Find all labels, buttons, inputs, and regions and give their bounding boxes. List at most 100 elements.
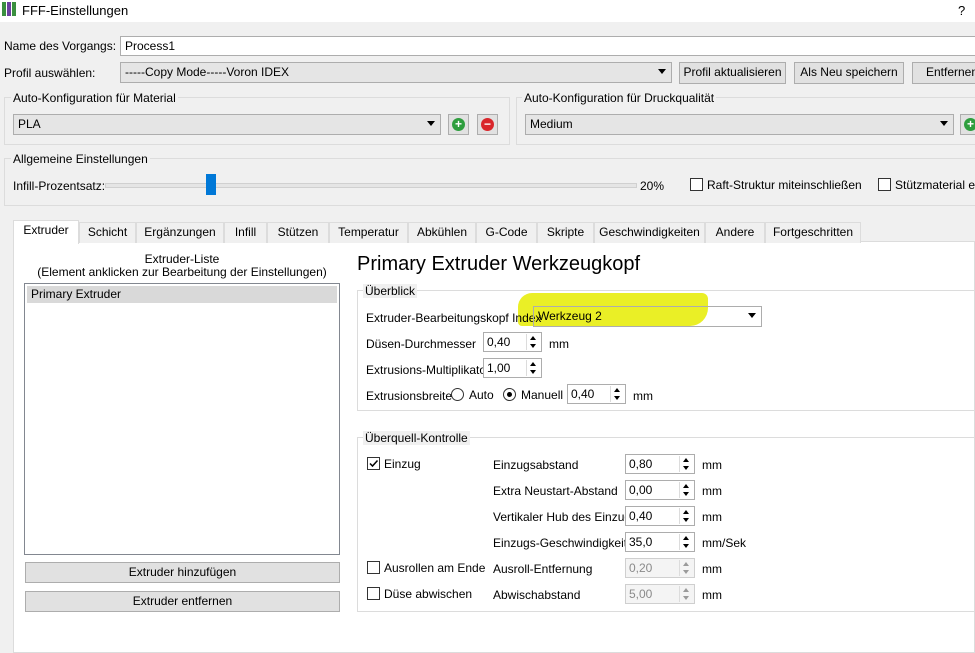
tab-schicht[interactable]: Schicht (79, 222, 136, 243)
wipe-distance-spinbox[interactable]: 5,00 (625, 584, 695, 604)
extrusion-width-spinbox[interactable]: 0,40 (567, 384, 626, 404)
tab-andere[interactable]: Andere (705, 222, 765, 243)
retraction-distance-unit: mm (702, 458, 722, 472)
retraction-speed-value: 35,0 (629, 535, 653, 549)
window-title: FFF-Einstellungen (22, 3, 129, 18)
extruder-list-title: Extruder-Liste (144, 252, 220, 266)
retraction-checkbox[interactable] (367, 457, 380, 470)
spin-arrows-icon[interactable] (679, 508, 693, 524)
extruder-list[interactable]: Primary Extruder (24, 283, 340, 555)
help-button[interactable]: ? (958, 3, 965, 18)
tab-abkuehlen[interactable]: Abkühlen (408, 222, 476, 243)
plus-icon: + (964, 118, 975, 131)
tab-temperatur[interactable]: Temperatur (329, 222, 408, 243)
nozzle-diameter-value: 0,40 (487, 335, 511, 349)
quality-select[interactable]: Medium (525, 114, 954, 135)
material-group-title: Auto-Konfiguration für Material (11, 91, 178, 105)
checkmark-icon (369, 459, 379, 468)
toolhead-index-label: Extruder-Bearbeitungskopf Index (366, 311, 542, 325)
coast-checkbox[interactable] (367, 561, 380, 574)
extruder-list-item[interactable]: Primary Extruder (27, 286, 337, 303)
retraction-speed-spinbox[interactable]: 35,0 (625, 532, 695, 552)
profile-label: Profil auswählen: (4, 66, 96, 80)
save-new-profile-button[interactable]: Als Neu speichern (794, 62, 904, 84)
remove-profile-button[interactable]: Entfernen (912, 62, 975, 84)
nozzle-diameter-unit: mm (549, 337, 569, 351)
extruder-list-subtitle: (Element anklicken zur Bearbeitung der E… (37, 265, 327, 279)
tab-infill[interactable]: Infill (224, 222, 267, 243)
material-select[interactable]: PLA (13, 114, 441, 135)
coast-distance-value: 0,20 (629, 561, 653, 575)
chevron-down-icon (940, 121, 948, 126)
spin-arrows-icon[interactable] (679, 560, 693, 576)
wipe-distance-value: 5,00 (629, 587, 653, 601)
tab-fortgeschritten[interactable]: Fortgeschritten (765, 222, 861, 243)
update-profile-button[interactable]: Profil aktualisieren (679, 62, 786, 84)
tab-extruder[interactable]: Extruder (13, 220, 79, 244)
retraction-distance-spinbox[interactable]: 0,80 (625, 454, 695, 474)
tab-stuetzen[interactable]: Stützen (267, 222, 329, 243)
spin-arrows-icon[interactable] (610, 386, 624, 402)
vertical-lift-label: Vertikaler Hub des Einzugs (493, 510, 638, 524)
chevron-down-icon (748, 313, 756, 318)
tab-gcode[interactable]: G-Code (476, 222, 537, 243)
toolhead-index-select[interactable]: Werkzeug 2 (533, 306, 762, 327)
toolhead-index-value: Werkzeug 2 (538, 309, 602, 323)
spin-arrows-icon[interactable] (679, 586, 693, 602)
chevron-down-icon (658, 69, 666, 74)
coast-distance-spinbox[interactable]: 0,20 (625, 558, 695, 578)
extrusion-multiplier-value: 1,00 (487, 361, 511, 375)
extra-restart-value: 0,00 (629, 483, 653, 497)
remove-extruder-button[interactable]: Extruder entfernen (25, 591, 340, 612)
remove-material-button[interactable]: − (477, 114, 498, 135)
retraction-label: Einzug (384, 457, 421, 471)
process-name-input[interactable]: Process1 (120, 36, 975, 56)
add-extruder-button[interactable]: Extruder hinzufügen (25, 562, 340, 583)
spin-arrows-icon[interactable] (679, 456, 693, 472)
extra-restart-spinbox[interactable]: 0,00 (625, 480, 695, 500)
coast-distance-unit: mm (702, 562, 722, 576)
spin-arrows-icon[interactable] (679, 534, 693, 550)
wipe-label: Düse abwischen (384, 587, 473, 601)
retraction-speed-unit: mm/Sek (702, 536, 747, 550)
chevron-down-icon (427, 121, 435, 126)
quality-group-title: Auto-Konfiguration für Druckqualität (522, 91, 717, 105)
width-manual-label: Manuell (521, 388, 564, 402)
wipe-distance-label: Abwischabstand (493, 588, 581, 602)
spin-arrows-icon[interactable] (526, 360, 540, 376)
vertical-lift-value: 0,40 (629, 509, 653, 523)
extrusion-width-value: 0,40 (571, 387, 595, 401)
nozzle-diameter-spinbox[interactable]: 0,40 (483, 332, 542, 352)
profile-select[interactable]: -----Copy Mode-----Voron IDEX (120, 62, 672, 83)
infill-slider-handle[interactable] (206, 174, 216, 195)
tab-ergaenzungen[interactable]: Ergänzungen (136, 222, 224, 243)
support-label: Stützmaterial erzeugen (895, 178, 975, 192)
material-select-value: PLA (18, 117, 41, 131)
spin-arrows-icon[interactable] (526, 334, 540, 350)
add-material-button[interactable]: + (448, 114, 469, 135)
raft-checkbox[interactable] (690, 178, 703, 191)
extrusion-multiplier-spinbox[interactable]: 1,00 (483, 358, 542, 378)
width-auto-label: Auto (469, 388, 494, 402)
extrusion-width-label: Extrusionsbreite (366, 389, 453, 403)
tab-geschwindigkeiten[interactable]: Geschwindigkeiten (594, 222, 705, 243)
coast-label: Ausrollen am Ende (384, 561, 486, 575)
coast-distance-label: Ausroll-Entfernung (493, 562, 593, 576)
spin-arrows-icon[interactable] (679, 482, 693, 498)
general-group-title: Allgemeine Einstellungen (11, 152, 150, 166)
extra-restart-label: Extra Neustart-Abstand (493, 484, 618, 498)
infill-slider-track[interactable] (105, 183, 637, 188)
width-auto-radio[interactable] (451, 388, 464, 401)
retraction-distance-label: Einzugsabstand (493, 458, 579, 472)
app-icon (2, 2, 16, 16)
infill-value: 20% (640, 179, 665, 193)
tab-skripte[interactable]: Skripte (537, 222, 594, 243)
nozzle-diameter-label: Düsen-Durchmesser (366, 337, 477, 351)
wipe-checkbox[interactable] (367, 587, 380, 600)
width-manual-radio[interactable] (503, 388, 516, 401)
title-bar (0, 0, 975, 22)
vertical-lift-spinbox[interactable]: 0,40 (625, 506, 695, 526)
extrusion-multiplier-label: Extrusions-Multiplikator (366, 363, 491, 377)
support-checkbox[interactable] (878, 178, 891, 191)
add-quality-button[interactable]: + (960, 114, 975, 135)
